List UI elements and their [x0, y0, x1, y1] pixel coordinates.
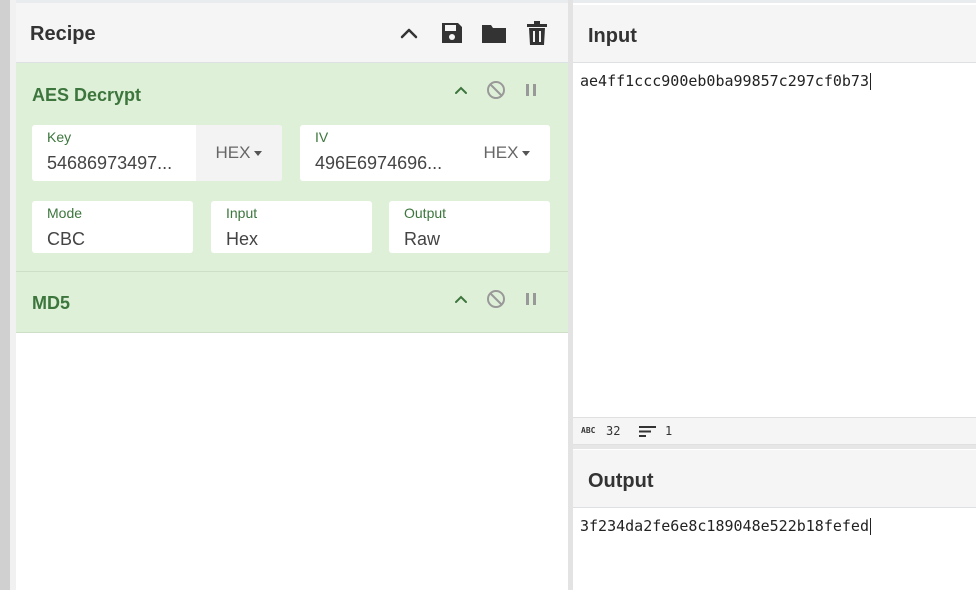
output-text: 3f234da2fe6e8c189048e522b18fefed: [580, 517, 869, 535]
iv-value[interactable]: 496E6974696...: [315, 153, 457, 174]
input-title: Input: [588, 25, 637, 47]
mode-label: Mode: [47, 205, 83, 221]
operations-panel-edge: [0, 0, 10, 590]
caret-down-icon: [522, 150, 531, 156]
iv-field[interactable]: IV 496E6974696... HEX: [300, 125, 550, 181]
trash-icon[interactable]: [524, 19, 550, 47]
chevron-up-icon[interactable]: [396, 19, 422, 47]
iv-encoding-dropdown[interactable]: HEX: [464, 125, 550, 181]
mode-select[interactable]: Mode CBC: [32, 201, 193, 253]
output-format-value: Raw: [404, 229, 441, 249]
operation-aes-decrypt[interactable]: AES Decrypt Key 54686973497... HEX IV 49…: [16, 63, 568, 272]
output-textarea[interactable]: 3f234da2fe6e8c189048e522b18fefed: [580, 517, 871, 535]
caret-down-icon: [254, 150, 263, 156]
output-format-select[interactable]: Output Raw: [389, 201, 550, 253]
chevron-up-icon[interactable]: [450, 288, 472, 310]
mode-value: CBC: [47, 229, 86, 249]
chevron-up-icon[interactable]: [450, 79, 472, 101]
input-length: 32: [606, 424, 621, 438]
input-lines: 1: [665, 424, 673, 438]
output-format-label: Output: [404, 205, 447, 221]
input-format-select[interactable]: Input Hex: [211, 201, 372, 253]
recipe-header: Recipe: [16, 3, 568, 63]
output-header: Output: [573, 450, 976, 508]
key-encoding-label: HEX: [215, 143, 251, 162]
recipe-title: Recipe: [30, 23, 96, 45]
operation-title: AES Decrypt: [32, 85, 142, 105]
key-encoding-dropdown[interactable]: HEX: [196, 125, 282, 181]
disable-icon[interactable]: [485, 288, 507, 310]
iv-encoding-label: HEX: [483, 143, 519, 162]
folder-icon[interactable]: [481, 19, 507, 47]
disable-icon[interactable]: [485, 79, 507, 101]
pause-icon[interactable]: [520, 79, 542, 101]
operation-title: MD5: [32, 293, 71, 313]
lines-icon: [639, 425, 656, 441]
input-format-value: Hex: [226, 229, 259, 249]
input-status-bar: ABC 32 1: [573, 417, 976, 445]
save-icon[interactable]: [439, 19, 465, 47]
key-label: Key: [47, 129, 72, 145]
input-text: ae4ff1ccc900eb0ba99857c297cf0b73: [580, 72, 869, 90]
recipe-panel: Recipe AES Decrypt Key 54686973497... HE…: [16, 3, 568, 590]
operation-md5[interactable]: MD5: [16, 272, 568, 333]
iv-label: IV: [315, 129, 329, 145]
text-cursor: [869, 73, 871, 90]
input-textarea[interactable]: ae4ff1ccc900eb0ba99857c297cf0b73: [580, 72, 871, 90]
io-separator[interactable]: [573, 445, 976, 449]
output-title: Output: [588, 470, 654, 492]
key-field[interactable]: Key 54686973497... HEX: [32, 125, 282, 181]
input-format-label: Input: [226, 205, 258, 221]
pause-icon[interactable]: [520, 288, 542, 310]
length-icon: ABC: [581, 426, 596, 435]
text-cursor: [869, 518, 871, 535]
input-header: Input: [573, 5, 976, 63]
key-value[interactable]: 54686973497...: [47, 153, 189, 174]
